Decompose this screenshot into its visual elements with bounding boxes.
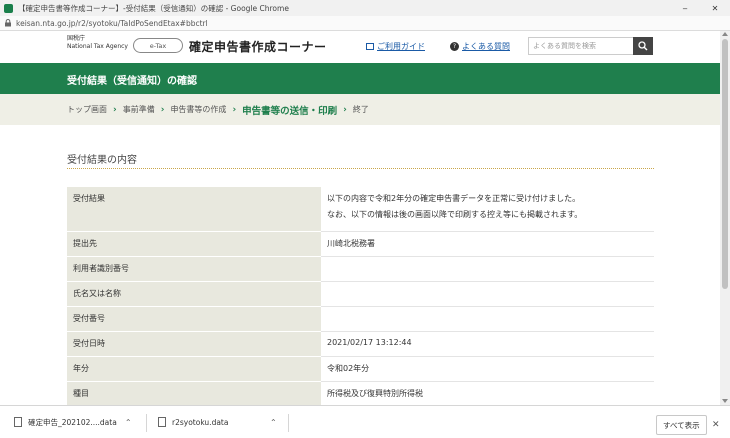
file-icon <box>158 417 166 427</box>
scrollbar-thumb[interactable] <box>722 39 728 289</box>
row-label: 提出先 <box>67 231 321 257</box>
row-value <box>321 306 654 332</box>
download-item[interactable]: r2syotoku.data ⌃ <box>158 412 277 432</box>
org-name: 国税庁 <box>67 35 86 42</box>
window-title-bar: 【確定申告書等作成コーナー】-受付結果（受信通知）の確認 - Google Ch… <box>0 0 730 16</box>
download-item[interactable]: 確定申告_202102....data ⌃ <box>14 412 132 432</box>
table-row: 氏名又は名称 <box>67 281 654 307</box>
breadcrumb-item-prep: 事前準備 <box>122 105 155 114</box>
breadcrumb: トップ画面 › 事前準備 › 申告書等の作成 › 申告書等の送信・印刷 › 終了 <box>0 94 720 125</box>
faq-search-input[interactable]: よくある質問を検索 <box>528 37 633 55</box>
etax-badge: e-Tax <box>133 38 183 53</box>
window-title: 【確定申告書等作成コーナー】-受付結果（受信通知）の確認 - Google Ch… <box>18 3 289 13</box>
search-placeholder: よくある質問を検索 <box>533 42 596 50</box>
book-icon <box>366 43 374 50</box>
question-icon: ? <box>450 42 459 51</box>
row-label: 年分 <box>67 356 321 382</box>
row-label: 受付結果 <box>67 187 321 232</box>
address-bar[interactable]: keisan.nta.go.jp/r2/syotoku/TaIdPoSendEt… <box>0 16 730 31</box>
breadcrumb-separator-icon: › <box>232 104 237 115</box>
breadcrumb-item-send-print: 申告書等の送信・印刷 <box>242 105 338 117</box>
usage-guide-link[interactable]: ご利用ガイド <box>366 41 425 52</box>
lock-icon <box>5 19 11 27</box>
page-title: 受付結果（受信通知）の確認 <box>67 76 197 87</box>
row-value: 川崎北税務署 <box>321 231 654 257</box>
faq-label: よくある質問 <box>462 42 510 51</box>
page-scrollbar[interactable] <box>720 31 730 405</box>
download-divider <box>288 414 289 432</box>
result-table: 受付結果 以下の内容で令和2年分の確定申告書データを正常に受け付けました。 なお… <box>67 187 654 405</box>
scroll-down-icon[interactable] <box>722 399 728 403</box>
row-label: 受付日時 <box>67 331 321 357</box>
page-banner: 受付結果（受信通知）の確認 <box>0 63 720 94</box>
file-icon <box>14 417 22 427</box>
show-all-downloads-button[interactable]: すべて表示 <box>656 415 707 435</box>
page-viewport: 国税庁 National Tax Agency e-Tax 確定申告書作成コーナ… <box>0 31 720 405</box>
row-label: 種目 <box>67 381 321 405</box>
result-message-line2: なお、以下の情報は後の画面以降で印刷する控え等にも掲載されます。 <box>327 210 583 219</box>
breadcrumb-item-create: 申告書等の作成 <box>170 105 227 114</box>
table-row: 受付番号 <box>67 306 654 332</box>
row-value: 令和02年分 <box>321 356 654 382</box>
table-row: 年分 令和02年分 <box>67 356 654 382</box>
usage-guide-label: ご利用ガイド <box>377 42 425 51</box>
minimize-button[interactable]: ‒ <box>670 0 700 16</box>
row-value: 所得税及び復興特別所得税 <box>321 381 654 405</box>
chevron-up-icon[interactable]: ⌃ <box>125 418 132 427</box>
row-label: 氏名又は名称 <box>67 281 321 307</box>
section-title: 受付結果の内容 <box>67 155 137 166</box>
result-message-line1: 以下の内容で令和2年分の確定申告書データを正常に受け付けました。 <box>327 194 581 203</box>
close-downloads-icon[interactable]: ✕ <box>712 420 720 430</box>
table-row: 種目 所得税及び復興特別所得税 <box>67 381 654 405</box>
chevron-up-icon[interactable]: ⌃ <box>270 418 277 427</box>
site-header: 国税庁 National Tax Agency e-Tax 確定申告書作成コーナ… <box>0 31 720 63</box>
org-name-en: National Tax Agency <box>67 43 128 50</box>
search-button[interactable] <box>633 37 653 55</box>
section-divider <box>67 168 654 169</box>
row-value: 以下の内容で令和2年分の確定申告書データを正常に受け付けました。 なお、以下の情… <box>321 187 654 232</box>
row-label: 利用者識別番号 <box>67 256 321 282</box>
breadcrumb-separator-icon: › <box>113 104 117 115</box>
download-divider <box>146 414 147 432</box>
search-icon <box>638 41 648 51</box>
site-favicon-icon <box>4 3 13 13</box>
faq-link[interactable]: ? よくある質問 <box>450 41 510 52</box>
row-value: 2021/02/17 13:12:44 <box>321 331 654 357</box>
row-label: 受付番号 <box>67 306 321 332</box>
site-title[interactable]: 確定申告書作成コーナー <box>189 38 327 55</box>
scroll-up-icon[interactable] <box>722 32 728 36</box>
row-value <box>321 281 654 307</box>
download-filename: 確定申告_202102....data <box>28 417 117 427</box>
row-value <box>321 256 654 282</box>
close-window-button[interactable]: ✕ <box>700 0 730 16</box>
download-filename: r2syotoku.data <box>172 417 229 427</box>
breadcrumb-separator-icon: › <box>343 104 347 115</box>
breadcrumb-item-top: トップ画面 <box>67 105 107 114</box>
table-row: 受付結果 以下の内容で令和2年分の確定申告書データを正常に受け付けました。 なお… <box>67 187 654 232</box>
table-row: 受付日時 2021/02/17 13:12:44 <box>67 331 654 357</box>
breadcrumb-separator-icon: › <box>160 104 165 115</box>
url-text[interactable]: keisan.nta.go.jp/r2/syotoku/TaIdPoSendEt… <box>16 19 208 28</box>
table-row: 利用者識別番号 <box>67 256 654 282</box>
nta-logo[interactable]: 国税庁 National Tax Agency <box>67 35 128 51</box>
downloads-bar: 確定申告_202102....data ⌃ r2syotoku.data ⌃ す… <box>0 405 730 438</box>
table-row: 提出先 川崎北税務署 <box>67 231 654 257</box>
breadcrumb-item-end: 終了 <box>352 105 369 114</box>
